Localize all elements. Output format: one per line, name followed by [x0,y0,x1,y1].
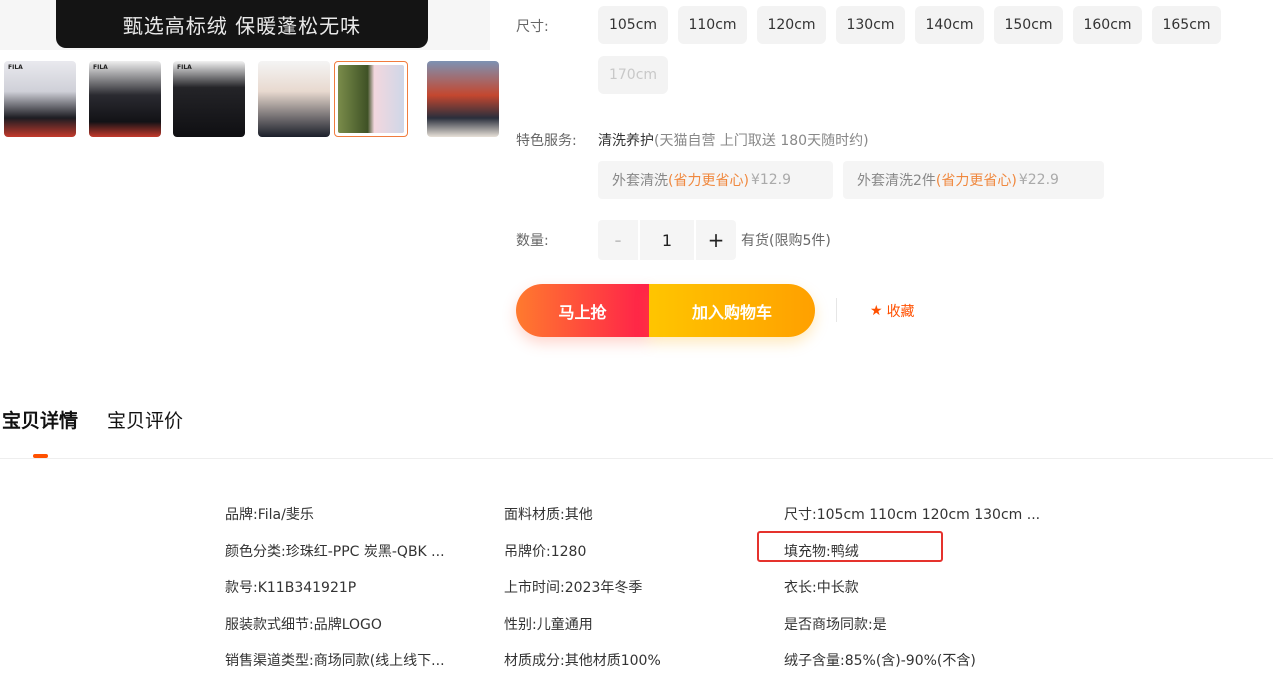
quantity-input[interactable] [640,220,694,260]
attr-color: 颜色分类:珍珠红-PPC 炭黑-QBK ... [225,544,445,560]
service-option-highlight: (省力更省心) [935,173,1017,189]
service-title: 清洗养护 [598,133,654,149]
attr-tag-price: 吊牌价:1280 [504,544,587,560]
attr-channel: 销售渠道类型:商场同款(线上线下... [225,653,445,669]
size-option-130[interactable]: 130cm [836,6,905,44]
attr-release: 上市时间:2023年冬季 [504,580,643,596]
gallery-thumb-5[interactable] [334,61,408,137]
attr-length: 衣长:中长款 [784,580,859,596]
attr-fabric: 面料材质:其他 [504,507,593,523]
highlight-annotation-box [757,531,943,562]
service-option-wash-1[interactable]: 外套清洗 (省力更省心) ¥12.9 [598,161,833,199]
attr-size: 尺寸:105cm 110cm 120cm 130cm ... [784,507,1041,523]
banner-text: 甄选高标绒 保暖蓬松无味 [122,13,362,38]
size-option-110[interactable]: 110cm [678,6,747,44]
gallery-thumb-4[interactable] [258,61,330,137]
size-option-150[interactable]: 150cm [994,6,1063,44]
gallery-thumb-6[interactable] [427,61,499,137]
service-label: 特色服务: [516,133,577,149]
add-to-cart-label: 加入购物车 [691,302,772,322]
attr-brand: 品牌:Fila/斐乐 [225,507,314,523]
attr-material: 材质成分:其他材质100% [504,653,661,669]
gallery-thumb-3[interactable]: FILA [173,61,245,137]
size-option-160[interactable]: 160cm [1073,6,1142,44]
size-option-170: 170cm [598,56,668,94]
buy-now-label: 马上抢 [558,302,607,322]
service-option-price: ¥12.9 [750,172,792,188]
favorite-label: 收藏 [886,304,915,320]
size-label: 尺寸: [516,19,549,35]
promo-banner: 甄选高标绒 保暖蓬松无味 [56,0,428,48]
size-option-165[interactable]: 165cm [1152,6,1221,44]
size-option-140[interactable]: 140cm [915,6,984,44]
add-to-cart-button[interactable]: 加入购物车 [649,284,815,337]
tab-item-reviews[interactable]: 宝贝评价 [107,406,183,433]
favorite-button[interactable]: ★ 收藏 [870,301,915,321]
size-option-120[interactable]: 120cm [757,6,826,44]
tab-item-details[interactable]: 宝贝详情 [2,406,78,433]
attr-style-no: 款号:K11B341921P [225,580,357,596]
service-note: (天猫自营 上门取送 180天随时约) [654,133,869,149]
service-option-title: 外套清洗 [612,173,668,189]
quantity-decrement-button[interactable]: - [598,220,638,260]
star-icon: ★ [870,303,883,319]
service-name: 清洗养护(天猫自营 上门取送 180天随时约) [598,130,869,150]
service-option-wash-2[interactable]: 外套清洗2件 (省力更省心) ¥22.9 [843,161,1104,199]
attr-detail: 服装款式细节:品牌LOGO [225,617,382,633]
service-option-price: ¥22.9 [1018,172,1059,188]
tabs-divider [0,458,1273,459]
quantity-increment-button[interactable]: + [696,220,736,260]
quantity-label: 数量: [516,233,549,249]
buy-now-button[interactable]: 马上抢 [516,284,649,337]
service-option-highlight: (省力更省心) [668,173,749,189]
attr-gender: 性别:儿童通用 [504,617,593,633]
attr-down-content: 绒子含量:85%(含)-90%(不含) [784,653,976,669]
size-option-105[interactable]: 105cm [598,6,668,44]
service-option-title: 外套清洗2件 [857,173,936,189]
gallery-thumb-1[interactable]: FILA [4,61,76,137]
attr-mall-same: 是否商场同款:是 [784,617,887,633]
gallery-thumb-2[interactable]: FILA [89,61,161,137]
action-divider [836,298,837,322]
stock-status: 有货(限购5件) [741,233,831,249]
